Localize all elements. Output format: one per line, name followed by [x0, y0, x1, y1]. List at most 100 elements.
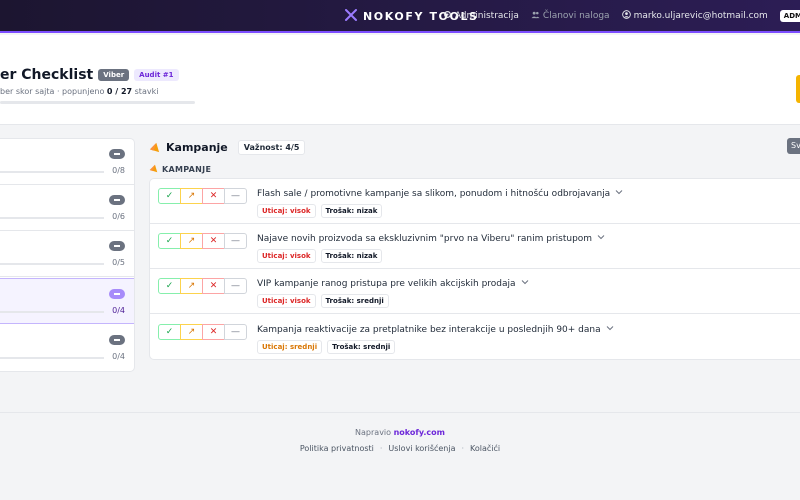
importance-badge: Važnost: 4/5	[237, 140, 306, 155]
title-row: er Checklist Viber Audit #1	[0, 67, 179, 83]
sidebar-item-kampanje[interactable]: 0/4	[0, 278, 134, 324]
collapse-pill	[109, 241, 125, 251]
audit-badge: Audit #1	[134, 69, 179, 81]
status-partial-button[interactable]: ↗	[180, 278, 203, 294]
nav-admin[interactable]: Administracija	[443, 10, 519, 22]
status-partial-button[interactable]: ↗	[180, 233, 203, 249]
chevron-down-icon	[521, 278, 529, 289]
overall-progress-bar	[0, 101, 195, 104]
sidebar-progress-bar	[0, 311, 104, 313]
sidebar-count: 0/4	[112, 306, 125, 315]
collapse-pill	[109, 335, 125, 345]
status-fail-button[interactable]: ✕	[202, 278, 225, 294]
nav-members[interactable]: Članovi naloga	[531, 10, 610, 22]
platform-badge: Viber	[98, 69, 130, 81]
users-icon	[531, 10, 540, 22]
impact-badge: Uticaj: visok	[257, 294, 316, 308]
footer-separator: ·	[461, 444, 465, 453]
page-header: er Checklist Viber Audit #1 ber skor saj…	[0, 35, 800, 125]
item-chips: Uticaj: visok Trošak: nizak	[257, 204, 383, 218]
subtitle-prefix: ber skor sajta · popunjeno	[0, 87, 105, 96]
cost-badge: Trošak: srednji	[320, 294, 389, 308]
top-navbar: NOKOFY TOOLS Administracija Članovi nalo…	[0, 0, 800, 33]
made-by-link[interactable]: nokofy.com	[394, 428, 445, 437]
sidebar-item-5[interactable]: 0/4	[0, 325, 134, 371]
sidebar-item-1[interactable]: 0/8	[0, 139, 134, 185]
impact-badge: Uticaj: visok	[257, 249, 316, 263]
collapse-pill	[109, 289, 125, 299]
sidebar-count: 0/6	[112, 212, 125, 221]
item-text: Najave novih proizvoda sa ekskluzivnim "…	[257, 233, 593, 244]
item-chips: Uticaj: visok Trošak: srednji	[257, 294, 389, 308]
nav-admin-label: Administracija	[454, 11, 519, 21]
sidebar-item-3[interactable]: 0/5	[0, 231, 134, 277]
terms-link[interactable]: Uslovi korišćenja	[388, 444, 455, 453]
chevron-down-icon	[615, 188, 623, 199]
category-header: Kampanje Važnost: 4/5	[149, 138, 306, 157]
collapse-pill	[109, 195, 125, 205]
top-nav: Administracija Članovi naloga marko.ulja…	[443, 10, 800, 22]
item-text: VIP kampanje ranog pristupa pre velikih …	[257, 278, 516, 289]
sidebar-progress-bar	[0, 217, 104, 219]
impact-badge: Uticaj: visok	[257, 204, 316, 218]
checklist-item: ✓ ↗ ✕ — Najave novih proizvoda sa eksklu…	[150, 224, 800, 269]
edge-action-button[interactable]	[796, 75, 800, 103]
chevron-down-icon	[606, 324, 614, 335]
checklist-panel: ✓ ↗ ✕ — Flash sale / promotivne kampanje…	[149, 178, 800, 360]
status-partial-button[interactable]: ↗	[180, 188, 203, 204]
status-na-button[interactable]: —	[224, 233, 247, 249]
item-chips: Uticaj: visok Trošak: nizak	[257, 249, 383, 263]
status-fail-button[interactable]: ✕	[202, 324, 225, 340]
impact-badge: Uticaj: srednji	[257, 340, 323, 354]
gear-icon	[443, 10, 452, 22]
section-label-text: KAMPANJE	[162, 165, 212, 174]
subtitle-suffix: stavki	[134, 87, 159, 96]
page-footer: Napravio nokofy.com Politika privatnosti…	[0, 412, 800, 500]
nav-account[interactable]: marko.uljarevic@hotmail.com	[621, 10, 768, 22]
item-toggle[interactable]: VIP kampanje ranog pristupa pre velikih …	[257, 278, 529, 289]
nav-account-email: marko.uljarevic@hotmail.com	[633, 11, 768, 21]
checklist-item: ✓ ↗ ✕ — Kampanja reaktivacije za pretpla…	[150, 315, 800, 360]
status-na-button[interactable]: —	[224, 278, 247, 294]
item-toggle[interactable]: Najave novih proizvoda sa ekskluzivnim "…	[257, 233, 605, 244]
page-title: er Checklist	[0, 67, 94, 83]
status-done-button[interactable]: ✓	[158, 188, 181, 204]
status-partial-button[interactable]: ↗	[180, 324, 203, 340]
status-button-group: ✓ ↗ ✕ —	[158, 324, 247, 340]
status-na-button[interactable]: —	[224, 188, 247, 204]
footer-separator: ·	[379, 444, 383, 453]
megaphone-icon	[149, 138, 160, 157]
user-icon	[621, 10, 631, 22]
sidebar-progress-bar	[0, 171, 104, 173]
checklist-item: ✓ ↗ ✕ — VIP kampanje ranog pristupa pre …	[150, 269, 800, 314]
status-done-button[interactable]: ✓	[158, 324, 181, 340]
status-done-button[interactable]: ✓	[158, 278, 181, 294]
item-text: Flash sale / promotivne kampanje sa slik…	[257, 188, 611, 199]
section-label: KAMPANJE	[149, 164, 211, 175]
status-done-button[interactable]: ✓	[158, 233, 181, 249]
status-button-group: ✓ ↗ ✕ —	[158, 188, 247, 204]
item-toggle[interactable]: Flash sale / promotivne kampanje sa slik…	[257, 188, 623, 199]
status-button-group: ✓ ↗ ✕ —	[158, 233, 247, 249]
sidebar-count: 0/4	[112, 352, 125, 361]
cookies-link[interactable]: Kolačići	[470, 444, 500, 453]
category-title: Kampanje	[166, 141, 228, 154]
cost-badge: Trošak: nizak	[320, 249, 383, 263]
collapse-pill	[109, 149, 125, 159]
cost-badge: Trošak: srednji	[327, 340, 396, 354]
tools-icon	[345, 9, 357, 24]
privacy-link[interactable]: Politika privatnosti	[300, 444, 374, 453]
status-fail-button[interactable]: ✕	[202, 233, 225, 249]
item-toggle[interactable]: Kampanja reaktivacije za pretplatnike be…	[257, 324, 614, 335]
page-subtitle: ber skor sajta · popunjeno 0 / 27 stavki	[0, 87, 158, 96]
show-all-button[interactable]: Sve	[787, 138, 800, 154]
made-by: Napravio nokofy.com	[0, 428, 800, 437]
status-button-group: ✓ ↗ ✕ —	[158, 278, 247, 294]
checklist-item: ✓ ↗ ✕ — Flash sale / promotivne kampanje…	[150, 179, 800, 224]
status-fail-button[interactable]: ✕	[202, 188, 225, 204]
status-na-button[interactable]: —	[224, 324, 247, 340]
category-sidebar: 0/8 0/6 0/5 0/4 0/4	[0, 138, 135, 372]
cost-badge: Trošak: nizak	[320, 204, 383, 218]
sidebar-item-2[interactable]: 0/6	[0, 185, 134, 231]
sidebar-progress-bar	[0, 357, 104, 359]
